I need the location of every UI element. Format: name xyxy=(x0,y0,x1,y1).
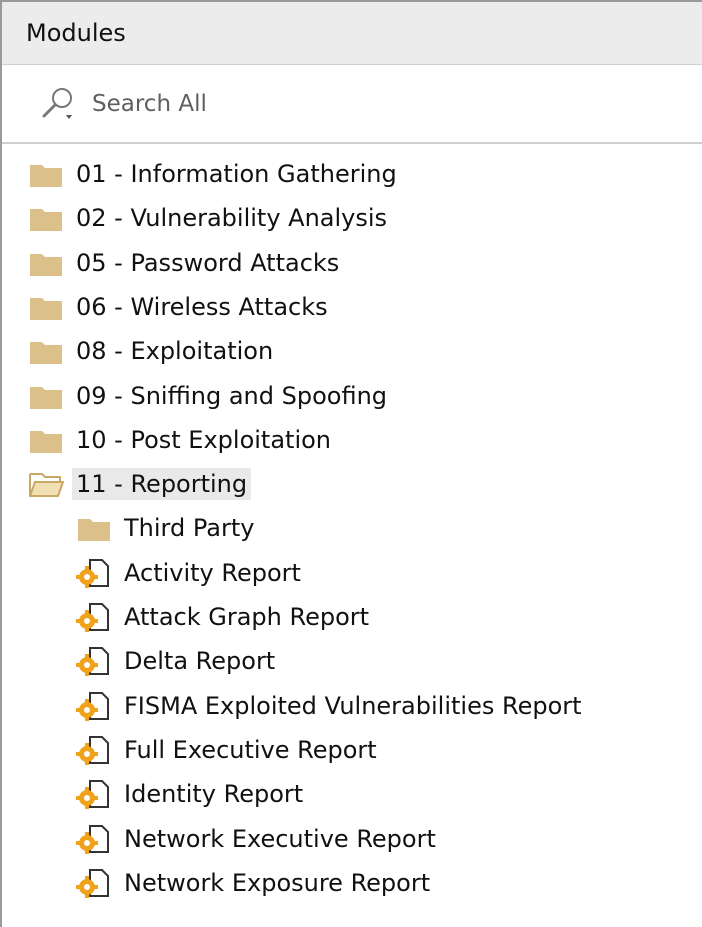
tree-item-attack-graph-report[interactable]: Attack Graph Report xyxy=(76,597,373,637)
tree-item-label: Identity Report xyxy=(124,780,304,809)
tree-item-05-password-attacks[interactable]: 05 - Password Attacks xyxy=(28,243,343,283)
tree-item-label: 01 - Information Gathering xyxy=(76,160,397,188)
tree-item-third-party[interactable]: Third Party xyxy=(76,508,258,548)
tree-item-full-executive-report[interactable]: Full Executive Report xyxy=(76,730,381,770)
search-input[interactable] xyxy=(92,90,612,117)
tree-item-label: Third Party xyxy=(124,514,255,543)
folder-icon xyxy=(30,165,62,187)
module-gear-icon xyxy=(76,868,109,898)
module-gear-icon xyxy=(76,558,109,588)
module-gear-icon xyxy=(76,735,109,765)
tree-item-08-exploitation[interactable]: 08 - Exploitation xyxy=(28,331,277,371)
module-gear-icon xyxy=(76,780,109,810)
tree-item-label: 06 - Wireless Attacks xyxy=(76,292,328,321)
search-box[interactable] xyxy=(34,75,702,133)
module-gear-icon xyxy=(76,647,109,677)
search-bar xyxy=(2,65,702,144)
tree-item-delta-report[interactable]: Delta Report xyxy=(76,641,279,681)
tree-item-network-executive-report[interactable]: Network Executive Report xyxy=(76,819,440,859)
folder-icon xyxy=(30,386,62,409)
folder-open-icon xyxy=(29,473,64,498)
tree-item-label: 11 - Reporting xyxy=(72,468,252,501)
tree-item-label: 05 - Password Attacks xyxy=(76,248,340,277)
tree-item-09-sniffing-and-spoofing[interactable]: 09 - Sniffing and Spoofing xyxy=(28,376,391,416)
folder-icon xyxy=(30,342,62,365)
folder-icon xyxy=(30,253,62,276)
tree-item-fisma-exploited-vulnerabilities-report[interactable]: FISMA Exploited Vulnerabilities Report xyxy=(76,686,586,726)
tree-item-label: Activity Report xyxy=(124,558,301,587)
tree-item-01-information-gathering[interactable]: 01 - Information Gathering xyxy=(28,154,401,194)
tree-item-identity-report[interactable]: Identity Report xyxy=(76,774,307,814)
tree-item-label: 09 - Sniffing and Spoofing xyxy=(76,381,388,410)
panel-title-text: Modules xyxy=(26,19,126,47)
folder-icon xyxy=(30,430,62,453)
tree-item-label: FISMA Exploited Vulnerabilities Report xyxy=(124,691,582,720)
tree-item-activity-report[interactable]: Activity Report xyxy=(76,553,305,593)
folder-icon xyxy=(78,519,110,542)
tree-item-label: Network Exposure Report xyxy=(124,868,431,897)
tree-item-label: Delta Report xyxy=(124,647,276,676)
module-gear-icon xyxy=(76,824,109,854)
tree-item-label: Attack Graph Report xyxy=(124,603,370,631)
modules-panel: Modules 01 - Information Gathering 02 - V… xyxy=(0,0,702,927)
module-gear-icon xyxy=(76,691,109,721)
panel-title: Modules xyxy=(2,2,702,65)
tree-item-label: 02 - Vulnerability Analysis xyxy=(76,204,388,233)
folder-icon xyxy=(30,209,62,232)
tree-item-10-post-exploitation[interactable]: 10 - Post Exploitation xyxy=(28,420,335,460)
tree-item-network-exposure-report[interactable]: Network Exposure Report xyxy=(76,863,434,903)
tree-item-label: Network Executive Report xyxy=(124,824,436,853)
folder-icon xyxy=(30,297,62,320)
search-icon[interactable] xyxy=(38,84,78,124)
tree-item-06-wireless-attacks[interactable]: 06 - Wireless Attacks xyxy=(28,287,332,327)
tree-item-label: 08 - Exploitation xyxy=(76,337,274,366)
tree-item-label: Full Executive Report xyxy=(124,735,377,764)
tree-item-label: 10 - Post Exploitation xyxy=(76,425,332,454)
module-gear-icon xyxy=(76,603,109,632)
tree-item-11-reporting[interactable]: 11 - Reporting xyxy=(28,464,252,504)
tree-item-02-vulnerability-analysis[interactable]: 02 - Vulnerability Analysis xyxy=(28,198,391,238)
